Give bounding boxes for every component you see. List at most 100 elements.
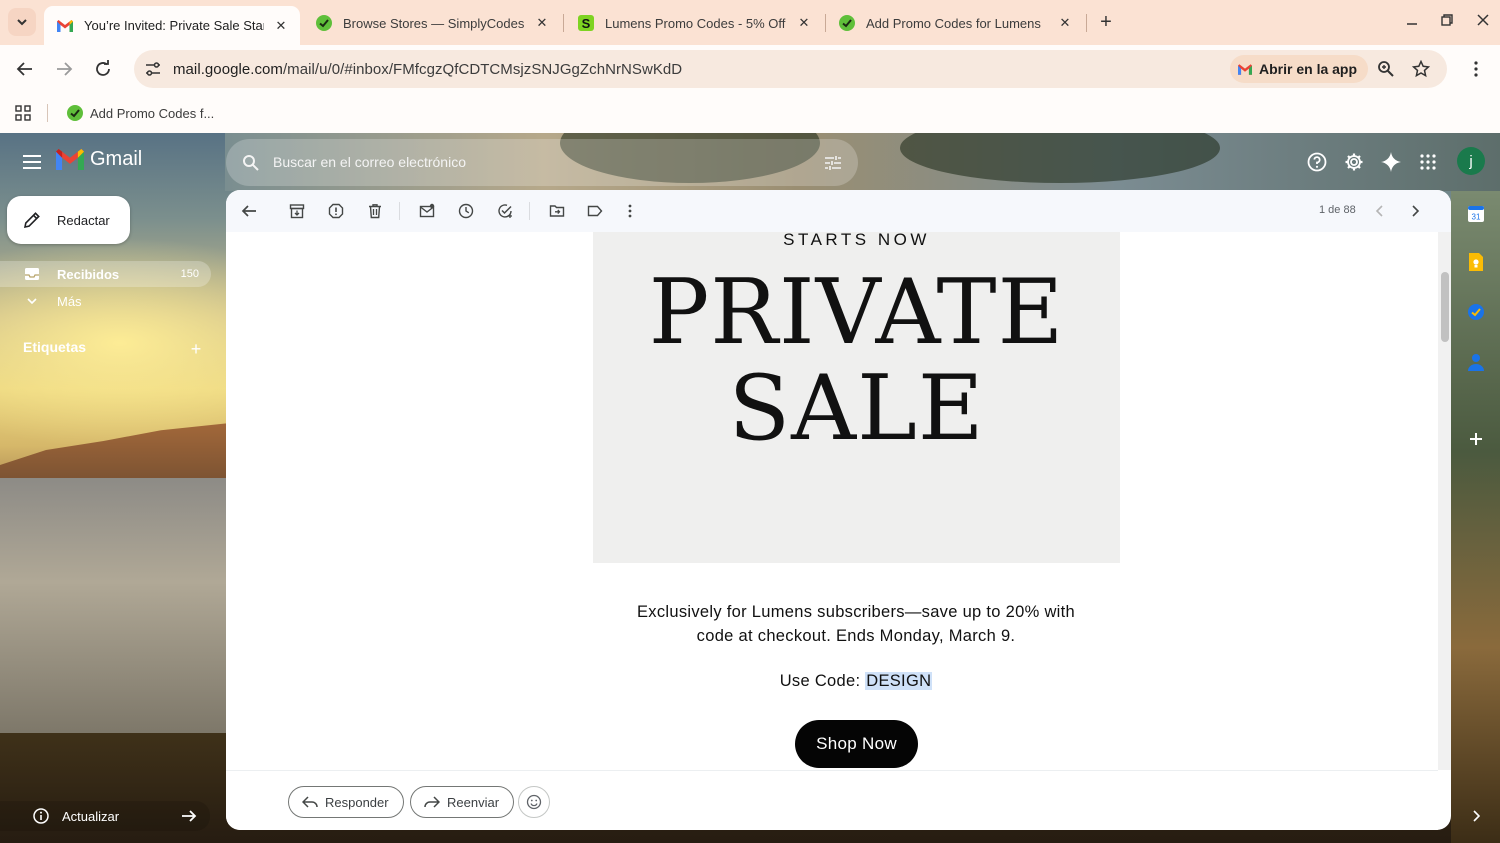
tab-simplycodes-browse[interactable]: Browse Stores — SimplyCodes ✕ xyxy=(303,6,561,40)
back-button[interactable] xyxy=(11,55,39,83)
move-to-button[interactable] xyxy=(546,200,568,222)
forward-label: Reenviar xyxy=(447,794,500,810)
tab-lumens-promo[interactable]: S Lumens Promo Codes - 5% Off ✕ xyxy=(565,6,823,40)
update-banner[interactable]: Actualizar xyxy=(0,801,210,831)
avatar[interactable]: j xyxy=(1457,147,1485,175)
tab-gmail[interactable]: You’re Invited: Private Sale Star ✕ xyxy=(44,6,300,45)
hero-title-line: SALE xyxy=(728,356,985,461)
reload-icon xyxy=(96,60,110,76)
zoom-icon xyxy=(1378,61,1394,77)
tab-add-promo[interactable]: Add Promo Codes for Lumens ✕ xyxy=(826,6,1084,40)
labels-button[interactable] xyxy=(584,200,606,222)
arrow-left-icon xyxy=(241,205,256,217)
emoji-reaction-button[interactable] xyxy=(518,786,550,818)
forward-button[interactable] xyxy=(50,55,78,83)
mark-unread-button[interactable] xyxy=(416,200,438,222)
search-icon[interactable] xyxy=(240,152,262,174)
close-icon xyxy=(1477,14,1489,26)
reload-button[interactable] xyxy=(89,55,117,83)
contacts-app-button[interactable] xyxy=(1463,349,1489,375)
search-options-icon[interactable] xyxy=(822,152,844,174)
inbox-icon xyxy=(22,264,42,284)
site-info-button[interactable] xyxy=(140,56,166,82)
pager-text: 1 de 88 xyxy=(1319,204,1356,216)
address-bar[interactable]: mail.google.com/mail/u/0/#inbox/FMfcgzQf… xyxy=(134,50,1447,88)
compose-label: Redactar xyxy=(57,212,110,228)
keep-icon xyxy=(1469,253,1483,271)
shop-now-button[interactable]: Shop Now xyxy=(795,720,918,768)
bookmark-star-button[interactable] xyxy=(1408,56,1434,82)
scrollbar[interactable] xyxy=(1438,232,1451,770)
theme-background xyxy=(0,478,230,738)
reply-icon xyxy=(301,793,319,811)
reply-bar: Responder Reenviar xyxy=(226,770,1438,830)
bookmark-add-promo[interactable]: Add Promo Codes f... xyxy=(60,100,220,126)
report-icon xyxy=(328,203,344,219)
url-text[interactable]: mail.google.com/mail/u/0/#inbox/FMfcgzQf… xyxy=(173,61,682,78)
snooze-button[interactable] xyxy=(455,200,477,222)
forward-button[interactable]: Reenviar xyxy=(410,786,515,818)
get-addons-button[interactable] xyxy=(1463,426,1489,452)
simplycodes-icon xyxy=(66,104,84,122)
open-in-app-button[interactable]: Abrir en la app xyxy=(1230,55,1369,83)
scrollbar-thumb[interactable] xyxy=(1441,272,1449,342)
plus-icon: + xyxy=(190,338,202,359)
archive-button[interactable] xyxy=(286,200,308,222)
sidebar-item-inbox[interactable]: Recibidos 150 xyxy=(0,261,211,287)
chevron-down-icon xyxy=(17,19,27,26)
restore-button[interactable] xyxy=(1435,8,1459,32)
theme-background xyxy=(0,423,230,483)
tab-search-button[interactable] xyxy=(8,8,36,36)
tasks-app-button[interactable] xyxy=(1463,299,1489,325)
keep-app-button[interactable] xyxy=(1463,249,1489,275)
newer-button[interactable] xyxy=(1369,200,1391,222)
close-icon[interactable]: ✕ xyxy=(533,14,551,32)
main-menu-button[interactable] xyxy=(20,150,44,174)
compose-button[interactable]: Redactar xyxy=(7,196,130,244)
bookmark-label: Add Promo Codes f... xyxy=(90,105,215,121)
delete-button[interactable] xyxy=(364,200,386,222)
help-button[interactable] xyxy=(1304,149,1330,175)
search-bar[interactable]: Buscar en el correo electrónico xyxy=(226,139,858,186)
settings-button[interactable] xyxy=(1341,149,1367,175)
calendar-app-button[interactable]: 31 xyxy=(1463,201,1489,227)
gemini-button[interactable] xyxy=(1378,149,1404,175)
more-actions-button[interactable] xyxy=(619,200,641,222)
toolbar-divider xyxy=(399,202,400,220)
browser-menu-button[interactable] xyxy=(1464,55,1488,83)
sidebar-item-label: Más xyxy=(57,293,82,309)
tune-icon xyxy=(146,62,160,76)
add-task-button[interactable] xyxy=(494,200,516,222)
back-to-inbox-button[interactable] xyxy=(238,200,260,222)
add-label-button[interactable]: + xyxy=(186,339,206,359)
reply-button[interactable]: Responder xyxy=(288,786,404,818)
gmail-logo[interactable]: Gmail xyxy=(56,148,142,171)
minimize-button[interactable] xyxy=(1400,8,1424,32)
open-in-app-label: Abrir en la app xyxy=(1259,61,1358,77)
promo-code[interactable]: DESIGN xyxy=(865,672,933,690)
trash-icon xyxy=(369,204,381,219)
tab-title: You’re Invited: Private Sale Star xyxy=(84,18,264,33)
close-icon[interactable]: ✕ xyxy=(272,17,290,35)
gear-icon xyxy=(1345,153,1363,171)
theme-background xyxy=(1451,191,1500,843)
email-hero-banner[interactable]: STARTS NOW PRIVATE SALE xyxy=(593,232,1120,563)
sidebar-item-more[interactable]: Más xyxy=(0,288,211,314)
close-icon[interactable]: ✕ xyxy=(795,14,813,32)
show-side-panel-button[interactable] xyxy=(1463,803,1489,829)
older-button[interactable] xyxy=(1404,200,1426,222)
close-window-button[interactable] xyxy=(1471,8,1495,32)
apps-button[interactable] xyxy=(12,102,34,124)
new-tab-button[interactable]: + xyxy=(1094,10,1118,34)
add-task-icon xyxy=(498,204,512,218)
smiley-icon xyxy=(526,794,542,810)
google-apps-button[interactable] xyxy=(1415,149,1441,175)
chevron-right-icon xyxy=(1473,810,1480,822)
search-input[interactable]: Buscar en el correo electrónico xyxy=(273,154,466,170)
report-spam-button[interactable] xyxy=(325,200,347,222)
close-icon[interactable]: ✕ xyxy=(1056,14,1074,32)
sparkle-icon xyxy=(1381,152,1401,172)
minimize-icon xyxy=(1407,23,1417,25)
zoom-button[interactable] xyxy=(1373,56,1399,82)
arrow-right-icon[interactable] xyxy=(180,807,198,825)
